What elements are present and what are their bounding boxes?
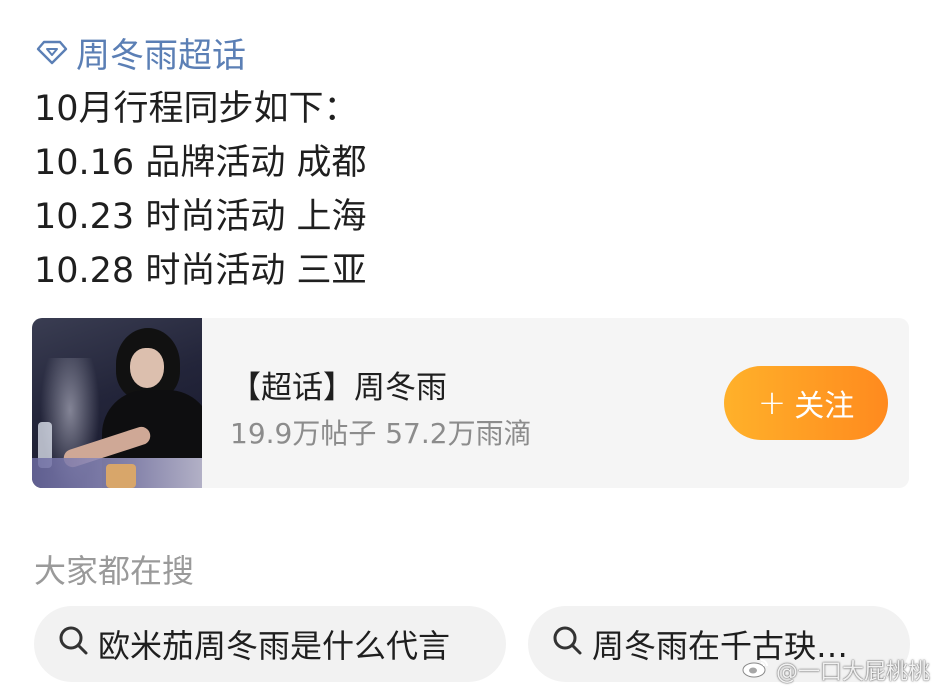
follow-button[interactable]: + 关注: [724, 366, 888, 440]
supertopic-stats: 19.9万帖子 57.2万雨滴: [230, 417, 532, 450]
supertopic-title: 【超话】周冬雨: [230, 370, 447, 406]
post-body: 10月行程同步如下： 10.16 品牌活动 成都 10.23 时尚活动 上海 1…: [34, 82, 366, 298]
search-icon: [56, 623, 98, 665]
post-line: 10.28 时尚活动 三亚: [34, 251, 367, 291]
post-line: 10.16 品牌活动 成都: [34, 143, 367, 183]
search-suggestion-chip[interactable]: 欧米茄周冬雨是什么代言: [34, 606, 506, 682]
diamond-icon: [36, 39, 68, 65]
post-line: 10月行程同步如下：: [34, 89, 359, 129]
follow-button-label: 关注: [794, 389, 855, 424]
weibo-logo-icon: [742, 656, 770, 684]
trending-searches-title: 大家都在搜: [34, 552, 195, 590]
watermark-text: @一口大屁桃桃: [775, 660, 930, 685]
supertopic-thumbnail: [32, 318, 202, 488]
watermark: @一口大屁桃桃: [742, 654, 930, 686]
search-suggestion-label: 欧米茄周冬雨是什么代言: [98, 627, 451, 665]
supertopic-tag-label: 周冬雨超话: [76, 35, 246, 76]
search-icon: [550, 623, 592, 665]
plus-icon: +: [757, 383, 787, 423]
supertopic-tag-link[interactable]: 周冬雨超话: [36, 30, 246, 76]
post-line: 10.23 时尚活动 上海: [34, 197, 367, 237]
